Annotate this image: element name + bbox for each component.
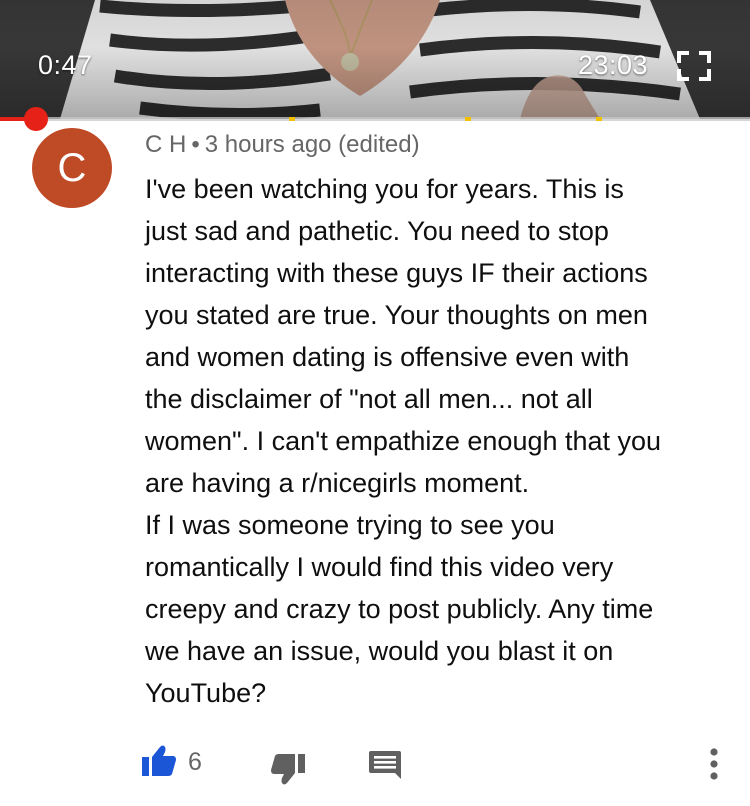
chapter-marker [465, 117, 471, 121]
comment-line: If I was someone trying to see you [145, 510, 555, 540]
comment-line: and women dating is offensive even with [145, 342, 630, 372]
separator: • [191, 131, 200, 158]
comment-line: are having a r/nicegirls moment. [145, 468, 530, 498]
thumbs-up-icon[interactable] [141, 744, 177, 778]
comment-line: I've been watching you for years. This i… [145, 174, 624, 204]
comment-line: YouTube? [145, 678, 267, 708]
comment-line: you stated are true. Your thoughts on me… [145, 300, 648, 330]
current-time: 0:47 [38, 50, 93, 80]
chapter-marker [596, 117, 603, 121]
thumbs-down-icon[interactable] [270, 752, 306, 786]
comment-line: women". I can't empathize enough that yo… [145, 426, 662, 456]
comment-line: creepy and crazy to post publicly. Any t… [145, 594, 654, 624]
comment-text: I've been watching you for years. This i… [145, 168, 735, 714]
chapter-marker [288, 117, 295, 121]
comment-icon[interactable] [368, 750, 402, 780]
comment-author[interactable]: C H [145, 131, 186, 158]
comment-line: just sad and pathetic. You need to stop [145, 216, 609, 246]
avatar[interactable]: C [32, 128, 112, 208]
comment-line: interacting with these guys IF their act… [145, 258, 648, 288]
progress-scrubber[interactable] [23, 107, 48, 131]
more-vertical-icon[interactable] [702, 746, 726, 782]
progress-bar[interactable] [0, 117, 750, 121]
like-count: 6 [188, 748, 202, 776]
comment-timestamp: 3 hours ago (edited) [204, 131, 420, 158]
comment-header: C H • 3 hours ago (edited) [145, 131, 420, 159]
comment-line: the disclaimer of "not all men... not al… [145, 384, 593, 414]
total-time: 23:03 [578, 50, 649, 80]
fullscreen-icon[interactable] [676, 50, 712, 82]
avatar-letter: C [57, 145, 87, 190]
comment-line: we have an issue, would you blast it on [145, 636, 614, 666]
comment-line: romantically I would find this video ver… [145, 552, 614, 582]
video-player[interactable]: 0:47 23:03 [0, 0, 750, 119]
